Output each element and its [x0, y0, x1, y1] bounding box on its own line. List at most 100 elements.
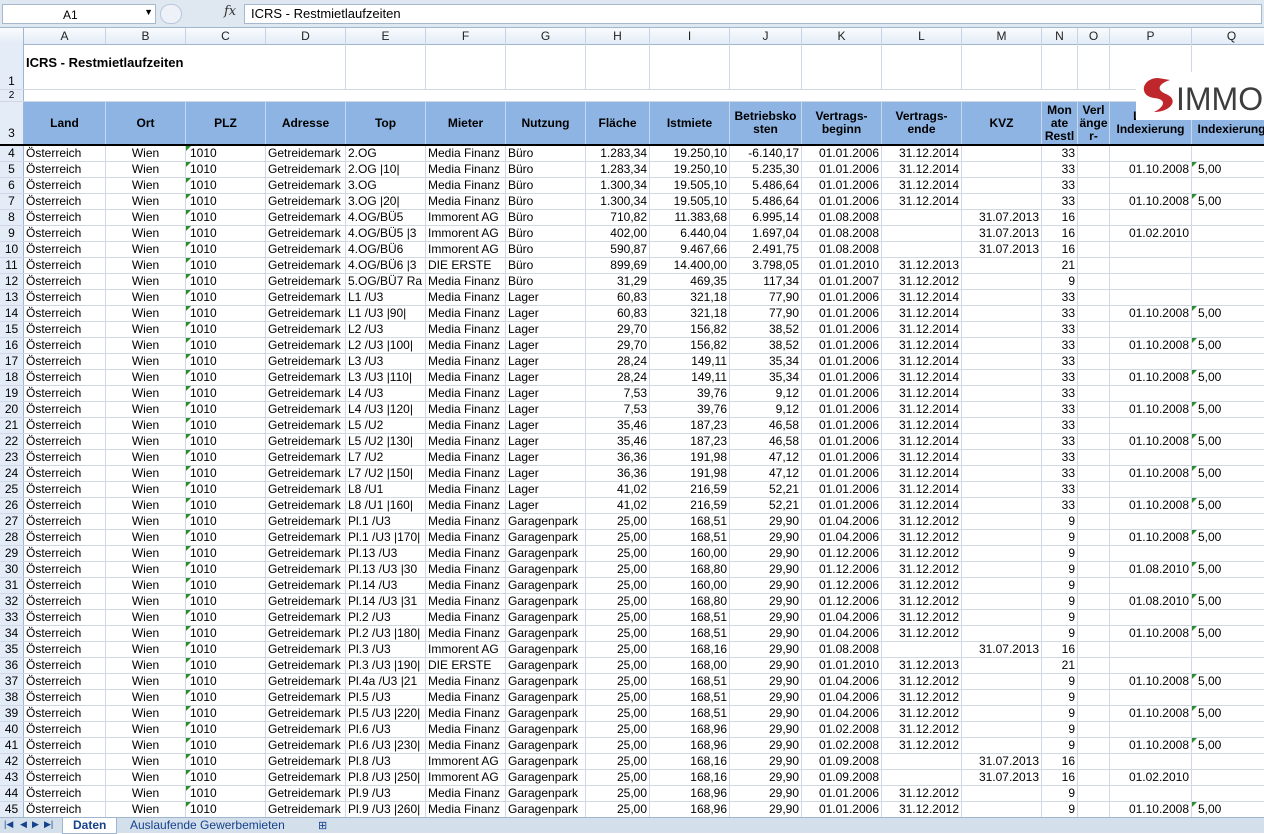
cell[interactable]: 5,00	[1192, 802, 1264, 817]
cell[interactable]: Getreidemark	[266, 146, 346, 161]
cell[interactable]: 35,34	[730, 370, 802, 385]
cell[interactable]: Wien	[106, 594, 186, 609]
cell[interactable]: Getreidemark	[266, 546, 346, 561]
cell[interactable]: Wien	[106, 722, 186, 737]
cell[interactable]	[962, 370, 1042, 385]
cell[interactable]	[962, 386, 1042, 401]
cell[interactable]: 1010	[186, 578, 266, 593]
cell[interactable]: Wien	[106, 194, 186, 209]
cell[interactable]: Getreidemark	[266, 802, 346, 817]
cell[interactable]: Media Finanz	[426, 514, 506, 529]
cell[interactable]: 33	[1042, 338, 1078, 353]
cell[interactable]: Getreidemark	[266, 354, 346, 369]
cell[interactable]: 590,87	[586, 242, 650, 257]
row-header[interactable]: 2	[0, 90, 24, 101]
cell[interactable]: Lager	[506, 402, 586, 417]
cell[interactable]: Pl.9 /U3 |260|	[346, 802, 426, 817]
cell[interactable]: 31.12.2014	[882, 370, 962, 385]
function-wizard-button[interactable]	[160, 4, 182, 24]
cell[interactable]: 01.01.2006	[802, 290, 882, 305]
cell[interactable]: 31.07.2013	[962, 754, 1042, 769]
cell[interactable]: Media Finanz	[426, 322, 506, 337]
row-header[interactable]: 24	[0, 466, 24, 481]
row-header[interactable]: 35	[0, 642, 24, 657]
cell[interactable]: Österreich	[24, 306, 106, 321]
cell[interactable]	[1110, 754, 1192, 769]
cell[interactable]: Wien	[106, 706, 186, 721]
cell[interactable]: 01.01.2006	[802, 178, 882, 193]
cell[interactable]: 1010	[186, 466, 266, 481]
cell[interactable]: Getreidemark	[266, 722, 346, 737]
cell[interactable]	[1078, 178, 1110, 193]
cell[interactable]: Wien	[106, 674, 186, 689]
column-header-p[interactable]: P	[1110, 28, 1192, 44]
cell[interactable]	[1078, 642, 1110, 657]
cell[interactable]: 31.07.2013	[962, 642, 1042, 657]
cell[interactable]: Getreidemark	[266, 386, 346, 401]
row-header[interactable]: 38	[0, 690, 24, 705]
cell[interactable]: 28,24	[586, 370, 650, 385]
cell[interactable]: 31.12.2012	[882, 674, 962, 689]
row-header[interactable]: 23	[0, 450, 24, 465]
column-header-o[interactable]: O	[1078, 28, 1110, 44]
column-title-13[interactable]: KVZ	[962, 102, 1042, 144]
cell[interactable]	[1192, 146, 1264, 161]
cell[interactable]: Getreidemark	[266, 594, 346, 609]
cell[interactable]: Getreidemark	[266, 274, 346, 289]
cell[interactable]: 9	[1042, 802, 1078, 817]
cell[interactable]: 35,46	[586, 418, 650, 433]
row-header[interactable]: 36	[0, 658, 24, 673]
cell[interactable]: 216,59	[650, 482, 730, 497]
cell[interactable]	[1110, 450, 1192, 465]
cell[interactable]: 01.10.2008	[1110, 162, 1192, 177]
cell[interactable]: 149,11	[650, 370, 730, 385]
cell[interactable]	[1078, 338, 1110, 353]
cell[interactable]: Media Finanz	[426, 290, 506, 305]
cell[interactable]	[1192, 242, 1264, 257]
cell[interactable]: Media Finanz	[426, 722, 506, 737]
cell[interactable]	[882, 754, 962, 769]
cell[interactable]: 01.08.2010	[1110, 562, 1192, 577]
cell[interactable]: 1010	[186, 450, 266, 465]
cell[interactable]: 1010	[186, 674, 266, 689]
cell[interactable]: 25,00	[586, 562, 650, 577]
tab-daten[interactable]: Daten	[62, 818, 118, 834]
cell[interactable]: 168,51	[650, 674, 730, 689]
cell[interactable]: Media Finanz	[426, 354, 506, 369]
cell[interactable]	[882, 226, 962, 241]
cell[interactable]: 46,58	[730, 418, 802, 433]
row-header[interactable]: 44	[0, 786, 24, 801]
cell[interactable]: 1010	[186, 690, 266, 705]
cell[interactable]	[882, 44, 962, 89]
column-header-j[interactable]: J	[730, 28, 802, 44]
cell[interactable]: 3.OG |20|	[346, 194, 426, 209]
cell[interactable]: Media Finanz	[426, 162, 506, 177]
cell[interactable]	[1110, 786, 1192, 801]
cell[interactable]: 2.OG |10|	[346, 162, 426, 177]
cell[interactable]: Getreidemark	[266, 514, 346, 529]
cell[interactable]: Lager	[506, 322, 586, 337]
cell[interactable]: 01.10.2008	[1110, 802, 1192, 817]
cell[interactable]: 19.250,10	[650, 162, 730, 177]
cell[interactable]: Österreich	[24, 546, 106, 561]
last-sheet-icon[interactable]: ▶|	[44, 819, 53, 830]
cell[interactable]: Wien	[106, 418, 186, 433]
cell[interactable]: 33	[1042, 482, 1078, 497]
cell[interactable]	[1078, 322, 1110, 337]
cell[interactable]	[1078, 418, 1110, 433]
cell[interactable]: Garagenpark	[506, 562, 586, 577]
cell[interactable]: 2.491,75	[730, 242, 802, 257]
cell[interactable]: 1010	[186, 354, 266, 369]
cell[interactable]	[962, 562, 1042, 577]
cell[interactable]	[1110, 642, 1192, 657]
cell[interactable]: Garagenpark	[506, 722, 586, 737]
row-header[interactable]: 14	[0, 306, 24, 321]
cell[interactable]: 21	[1042, 258, 1078, 273]
cell[interactable]: 168,96	[650, 738, 730, 753]
cell[interactable]	[1192, 178, 1264, 193]
cell[interactable]: Wien	[106, 690, 186, 705]
cell[interactable]: 29,90	[730, 594, 802, 609]
cell[interactable]: 25,00	[586, 738, 650, 753]
cell[interactable]: 01.01.2006	[802, 146, 882, 161]
cell[interactable]	[1192, 642, 1264, 657]
